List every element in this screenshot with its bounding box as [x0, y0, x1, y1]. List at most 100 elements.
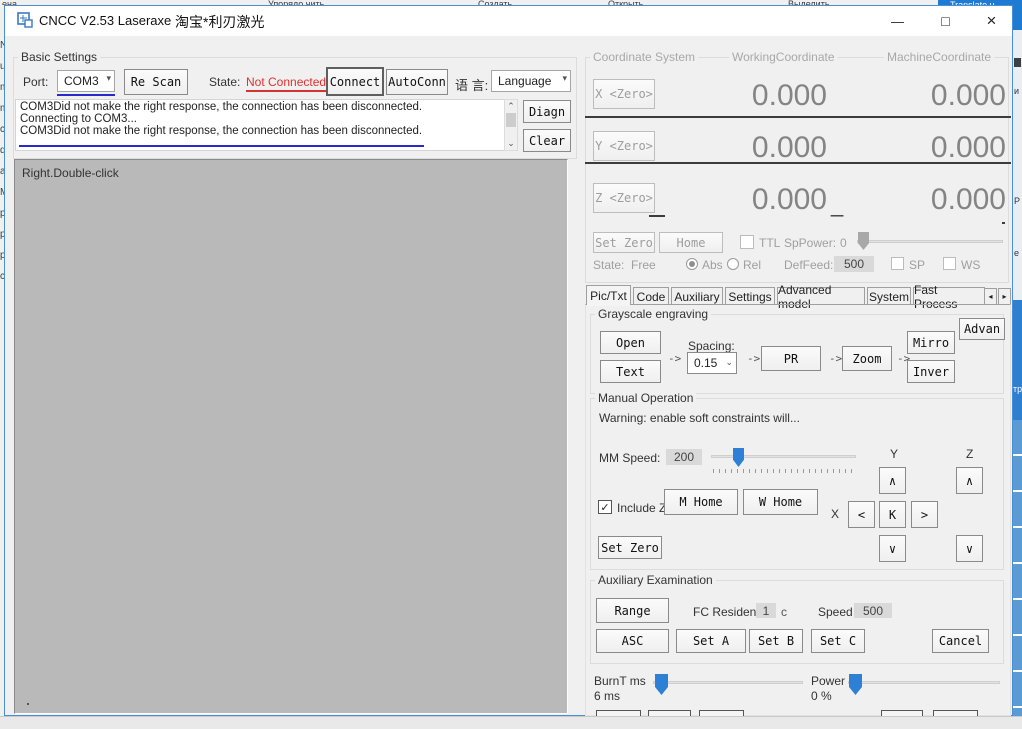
z-up-button[interactable]: ∧ — [956, 467, 983, 494]
scroll-down-icon[interactable]: ⌄ — [505, 137, 517, 150]
machine-state-value: Free — [631, 258, 656, 272]
tab-advanced-model[interactable]: Advanced model — [777, 283, 865, 311]
background-fragment: Р — [1014, 196, 1021, 206]
spacing-combo[interactable]: 0.15 ⌄ — [687, 352, 737, 374]
sppower-slider-track[interactable] — [857, 240, 1003, 243]
app-window: CNCC V2.53 Laseraxe 淘宝*利刃激光 — □ × Basic … — [4, 5, 1013, 716]
y-axis-label: Y — [890, 447, 899, 461]
power-label: Power — [811, 674, 846, 688]
y-down-button[interactable]: ∨ — [879, 535, 906, 562]
flow-arrow: -> — [747, 352, 761, 365]
y-zero-button[interactable]: Y <Zero> — [593, 131, 655, 161]
pr-button[interactable]: PR — [761, 346, 821, 371]
tab-pic-txt[interactable]: Pic/Txt — [586, 285, 631, 305]
x-machine-value: 0.000 — [930, 79, 1006, 112]
x-right-button[interactable]: > — [911, 501, 938, 528]
tab-scroll-right[interactable]: ▸ — [998, 288, 1011, 305]
home-button[interactable]: Home — [659, 232, 723, 253]
burnt-slider-track[interactable] — [653, 681, 803, 684]
log-line: Connecting to COM3... — [20, 113, 137, 125]
asc-button[interactable]: ASC — [596, 629, 669, 653]
port-combo-value: COM3 — [64, 74, 99, 88]
minimize-button[interactable]: — — [875, 6, 920, 36]
set-a-button[interactable]: Set A — [676, 629, 746, 653]
aux-speed-input[interactable]: 500 — [854, 603, 892, 618]
partial-button[interactable] — [699, 710, 744, 716]
auxiliary-examination-label: Auxiliary Examination — [595, 573, 716, 587]
maximize-button[interactable]: □ — [923, 6, 968, 36]
y-up-button[interactable]: ∧ — [879, 467, 906, 494]
tab-fast-process[interactable]: Fast Process — [913, 283, 985, 311]
fc-residence-unit: c — [781, 605, 787, 619]
inver-button[interactable]: Inver — [907, 360, 955, 383]
mm-speed-slider-track[interactable] — [711, 455, 856, 458]
partial-button[interactable] — [933, 710, 978, 716]
background-right-blue-band: тр — [1013, 300, 1022, 420]
deffeed-input[interactable]: 500 — [834, 256, 874, 272]
background-bottom-strip — [0, 716, 1022, 729]
advan-button[interactable]: Advan — [959, 318, 1005, 340]
mirro-button[interactable]: Mirro — [907, 331, 955, 354]
diagn-button[interactable]: Diagn — [523, 100, 571, 123]
connection-status: Not Connected — [246, 75, 327, 89]
set-b-button[interactable]: Set B — [749, 629, 803, 653]
fc-residence-input[interactable]: 1 — [756, 603, 776, 618]
w-home-button[interactable]: W Home — [743, 489, 818, 515]
log-box[interactable]: COM3Did not make the right response, the… — [15, 99, 505, 151]
clear-button[interactable]: Clear — [523, 129, 571, 152]
scroll-up-icon[interactable]: ⌃ — [505, 100, 517, 113]
scrollbar-thumb[interactable] — [506, 113, 516, 127]
z-axis-label: Z — [966, 447, 974, 461]
x-left-button[interactable]: < — [848, 501, 875, 528]
window-title-cn: 淘宝*利刃激光 — [175, 14, 265, 30]
close-button[interactable]: × — [971, 6, 1012, 36]
background-right-rows — [1013, 420, 1022, 716]
tab-auxiliary[interactable]: Auxiliary — [671, 287, 723, 305]
cancel-button[interactable]: Cancel — [932, 629, 989, 653]
connect-button[interactable]: Connect — [326, 67, 384, 96]
sppower-label: SpPower: — [784, 236, 837, 250]
tab-system[interactable]: System — [867, 287, 911, 305]
partial-button[interactable] — [596, 710, 641, 716]
tab-settings[interactable]: Settings — [725, 287, 775, 305]
title-bar[interactable]: CNCC V2.53 Laseraxe 淘宝*利刃激光 — □ × — [5, 6, 1012, 36]
ttl-label: TTL — [759, 236, 781, 250]
log-scrollbar[interactable]: ⌃ ⌄ — [504, 99, 518, 151]
power-slider-track[interactable] — [848, 681, 1000, 684]
open-button[interactable]: Open — [600, 331, 661, 354]
flow-arrow: -> — [829, 352, 843, 365]
set-zero-top-button[interactable]: Set Zero — [593, 232, 655, 253]
x-zero-button[interactable]: X <Zero> — [593, 79, 655, 109]
language-combo-value: Language — [498, 74, 552, 88]
tab-scroll-left[interactable]: ◂ — [984, 288, 997, 305]
include-z-checkbox[interactable]: ✓ — [598, 500, 612, 514]
rescan-button[interactable]: Re Scan — [124, 69, 188, 95]
soft-constraints-warning: Warning: enable soft constraints will... — [599, 411, 800, 425]
set-zero-button[interactable]: Set Zero — [598, 536, 662, 559]
text-button[interactable]: Text — [600, 360, 661, 383]
rel-radio[interactable] — [727, 258, 739, 270]
sppower-value: 0 — [840, 236, 847, 250]
z-down-button[interactable]: ∨ — [956, 535, 983, 562]
sp-checkbox[interactable] — [891, 257, 904, 270]
partial-button[interactable] — [648, 710, 691, 716]
ws-checkbox[interactable] — [943, 257, 956, 270]
z-zero-button[interactable]: Z <Zero> — [593, 183, 655, 213]
language-combo[interactable]: Language ▾ — [491, 70, 571, 92]
set-c-button[interactable]: Set C — [811, 629, 865, 653]
tab-code[interactable]: Code — [633, 287, 669, 305]
k-button[interactable]: K — [879, 501, 906, 528]
work-canvas[interactable]: Right.Double-click — [14, 159, 568, 714]
port-combo[interactable]: COM3 ▾ — [57, 70, 115, 92]
autoconn-button[interactable]: AutoConn — [386, 69, 448, 95]
spacing-combo-value: 0.15 — [694, 356, 718, 370]
z-separator-dot — [1002, 222, 1005, 224]
range-button[interactable]: Range — [596, 598, 669, 623]
ttl-checkbox[interactable] — [740, 235, 754, 249]
zoom-button[interactable]: Zoom — [842, 346, 892, 371]
burnt-value: 6 ms — [594, 689, 621, 703]
m-home-button[interactable]: M Home — [664, 489, 738, 515]
mm-speed-input[interactable]: 200 — [666, 449, 702, 465]
partial-button[interactable] — [881, 710, 923, 716]
abs-radio[interactable] — [686, 258, 698, 270]
